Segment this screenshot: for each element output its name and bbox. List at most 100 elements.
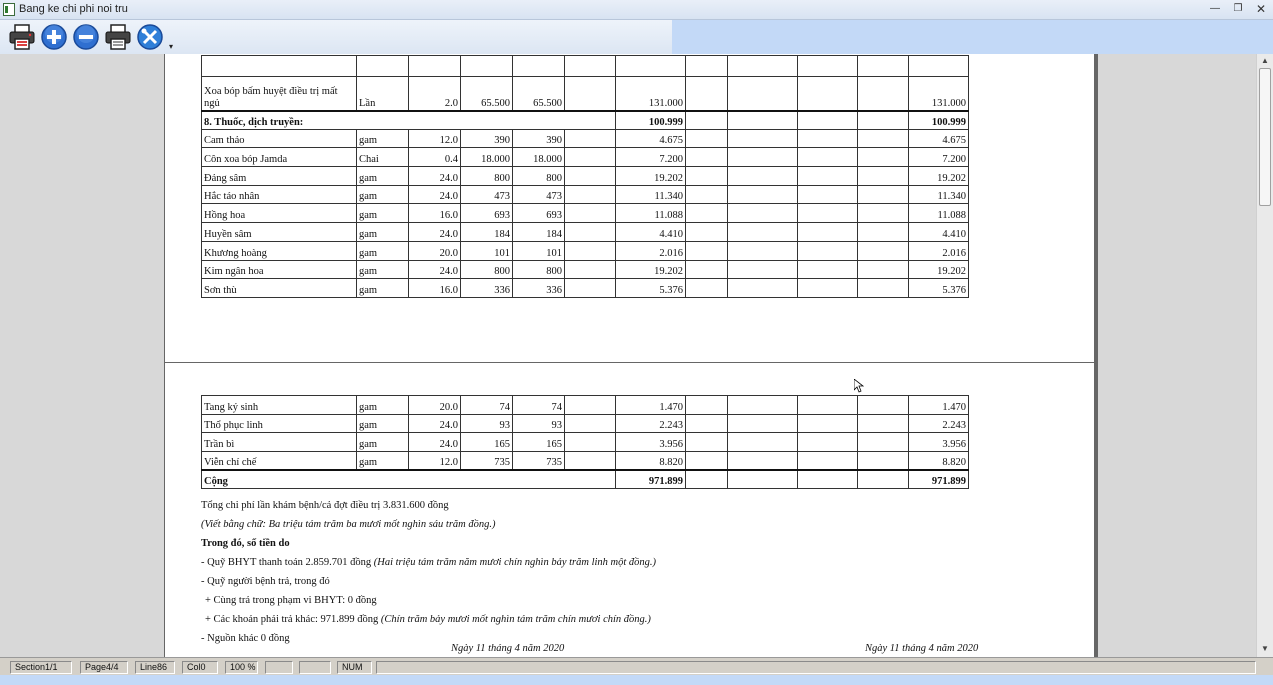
cost-table-page-1: Xoa bóp bấm huyệt điều trị mất ngủ Lần 2… (201, 55, 969, 298)
item-price-2: 74 (512, 395, 565, 415)
item-qty: 24.0 (408, 432, 461, 453)
item-col-11 (857, 128, 909, 149)
item-name: Sơn thù (201, 278, 357, 298)
scroll-up-icon[interactable]: ▲ (1260, 56, 1270, 66)
patient-paid-line: - Quỹ người bệnh trả, trong đó (201, 576, 330, 587)
status-line: Line86 (135, 661, 175, 674)
item-name: Viễn chí chế (201, 451, 357, 471)
item-col-10 (797, 147, 858, 168)
status-message (376, 661, 1256, 674)
scrollbar-thumb[interactable] (1259, 68, 1271, 206)
item-col-10 (797, 222, 858, 242)
item-col-10 (797, 184, 858, 205)
taskbar-strip (0, 675, 1273, 685)
vertical-scrollbar[interactable]: ▲ ▼ (1256, 54, 1273, 657)
insurance-paid-words: (Hai triệu tám trăm năm mươi chín nghìn … (373, 557, 657, 568)
item-qty: 20.0 (408, 395, 461, 415)
table-row: Kim ngân hoa gam 24.0 800 800 19.202 19.202 (201, 259, 969, 280)
item-col-9 (727, 166, 798, 186)
item-price-2: 18.000 (512, 147, 565, 168)
item-total: 11.088 (908, 203, 969, 224)
item-total: 19.202 (908, 259, 969, 280)
print-button[interactable] (104, 23, 132, 51)
item-total: 4.410 (908, 222, 969, 242)
item-qty: 24.0 (408, 259, 461, 280)
signature-date-left: Ngày 11 tháng 4 năm 2020 (451, 643, 565, 654)
status-blank-1 (265, 661, 293, 674)
cell (201, 55, 357, 77)
item-qty: 24.0 (408, 222, 461, 242)
zoom-out-button[interactable] (72, 23, 100, 51)
toolbar-overflow-icon[interactable]: ▾ (169, 42, 173, 51)
status-zoom: 100 % (225, 661, 258, 674)
item-col-11 (857, 166, 909, 186)
item-name: Cam thảo (201, 128, 357, 149)
section-amount: 100.999 (615, 109, 686, 130)
item-amount: 19.202 (615, 259, 686, 280)
item-unit: gam (356, 259, 409, 280)
item-amount: 11.340 (615, 184, 686, 205)
table-row: Trần bì gam 24.0 165 165 3.956 3.956 (201, 432, 969, 453)
item-col-8 (685, 222, 728, 242)
report-page-2: Tang ký sinh gam 20.0 74 74 1.470 1.470 Thổ phụ… (164, 362, 1095, 657)
item-col-6 (564, 395, 616, 415)
cell (408, 55, 461, 77)
item-col-8 (685, 184, 728, 205)
cell (908, 55, 969, 77)
item-col-9 (727, 240, 798, 261)
cell (857, 109, 909, 130)
item-total: 2.243 (908, 413, 969, 434)
item-col-11 (857, 203, 909, 224)
cell (857, 469, 909, 490)
item-col-9 (727, 278, 798, 298)
item-col-10 (797, 166, 858, 186)
document-viewer[interactable]: Xoa bóp bấm huyệt điều trị mất ngủ Lần 2… (0, 54, 1256, 657)
item-total: 11.340 (908, 184, 969, 205)
item-col-6 (564, 222, 616, 242)
item-unit: gam (356, 413, 409, 434)
report-page-1: Xoa bóp bấm huyệt điều trị mất ngủ Lần 2… (164, 54, 1095, 389)
total-cost-line: Tổng chi phí lần khám bệnh/cả đợt điều t… (201, 500, 449, 511)
item-col-10 (797, 203, 858, 224)
item-col-9 (727, 259, 798, 280)
item-col-9 (727, 147, 798, 168)
item-col-10 (797, 240, 858, 261)
payment-notes: Tổng chi phí lần khám bệnh/cả đợt điều t… (201, 496, 656, 648)
other-payments-words: (Chín trăm bảy mươi mốt nghìn tám trăm c… (380, 614, 651, 625)
item-col-8 (685, 240, 728, 261)
item-unit: gam (356, 166, 409, 186)
app-icon (3, 3, 15, 16)
item-qty: 24.0 (408, 166, 461, 186)
signature-date-right: Ngày 11 tháng 4 năm 2020 (865, 643, 979, 654)
item-col-8 (685, 147, 728, 168)
tools-button[interactable] (136, 23, 164, 51)
item-name: Hồng hoa (201, 203, 357, 224)
scroll-down-icon[interactable]: ▼ (1260, 644, 1270, 654)
item-col-6 (564, 278, 616, 298)
item-col-6 (564, 432, 616, 453)
status-page: Page4/4 (80, 661, 128, 674)
restore-button[interactable]: ❐ (1227, 1, 1249, 17)
item-amount: 8.820 (615, 451, 686, 471)
item-col-8 (685, 451, 728, 471)
print-preview-button[interactable] (8, 23, 36, 51)
table-row: Cam thảo gam 12.0 390 390 4.675 4.675 (201, 128, 969, 149)
total-label: Cộng (201, 469, 616, 490)
table-row: Tang ký sinh gam 20.0 74 74 1.470 1.470 (201, 395, 969, 415)
zoom-in-button[interactable] (40, 23, 68, 51)
total-total: 971.899 (908, 469, 969, 490)
minimize-button[interactable]: — (1204, 1, 1226, 17)
item-price-1: 390 (460, 128, 513, 149)
cell (727, 109, 798, 130)
item-qty: 24.0 (408, 184, 461, 205)
total-amount: 971.899 (615, 469, 686, 490)
item-price-1: 800 (460, 259, 513, 280)
item-total: 3.956 (908, 432, 969, 453)
close-button[interactable]: ✕ (1250, 1, 1272, 17)
item-price-1: 473 (460, 184, 513, 205)
item-name: Xoa bóp bấm huyệt điều trị mất ngủ (201, 76, 357, 111)
item-amount: 1.470 (615, 395, 686, 415)
item-name: Thổ phục linh (201, 413, 357, 434)
item-name: Huyền sâm (201, 222, 357, 242)
print-preview-icon (9, 24, 35, 50)
